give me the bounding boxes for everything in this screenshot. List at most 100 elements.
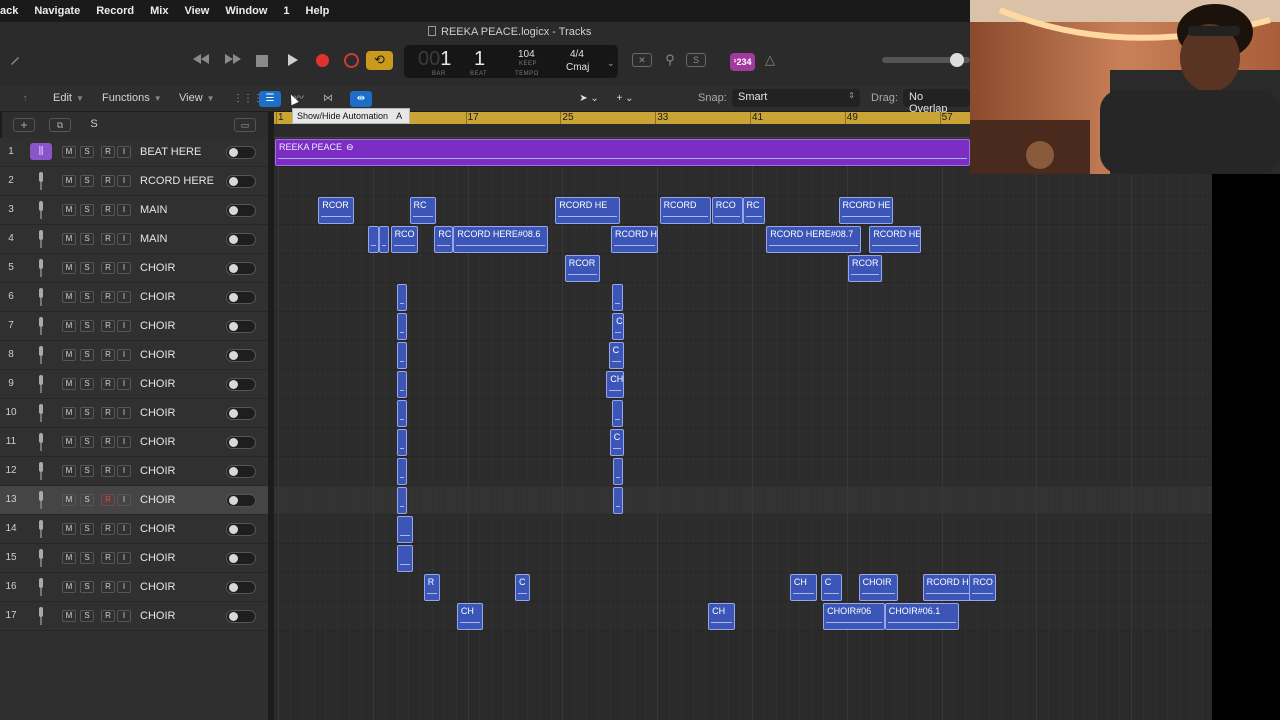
mute-button[interactable]: M (62, 262, 76, 274)
track-header[interactable]: 1 ⫼ M S R I BEAT HERE (0, 138, 268, 167)
mute-button[interactable]: M (62, 407, 76, 419)
mute-button[interactable]: M (62, 349, 76, 361)
mute-button[interactable]: M (62, 494, 76, 506)
track-header[interactable]: 12 M S R I CHOIR (0, 457, 268, 486)
audio-region[interactable]: RCOR (564, 255, 601, 282)
input-monitor-button[interactable]: I (117, 378, 131, 390)
audio-region[interactable] (396, 487, 408, 514)
track-on-off-toggle[interactable] (226, 320, 256, 333)
chevron-down-icon[interactable]: ⌄ (607, 58, 615, 69)
track-name[interactable]: CHOIR (140, 291, 175, 303)
track-header[interactable]: 16 M S R I CHOIR (0, 573, 268, 602)
solo-button[interactable]: S (80, 436, 94, 448)
track-name[interactable]: CHOIR (140, 610, 175, 622)
track-on-off-toggle[interactable] (226, 436, 256, 449)
audio-region[interactable] (396, 400, 408, 427)
track-name[interactable]: CHOIR (140, 320, 175, 332)
track-name[interactable]: CHOIR (140, 262, 175, 274)
input-monitor-button[interactable]: I (117, 204, 131, 216)
audio-region[interactable]: RC (742, 197, 766, 224)
record-enable-button[interactable]: R (101, 349, 115, 361)
input-monitor-button[interactable]: I (117, 175, 131, 187)
menu-item-view[interactable]: View (176, 0, 217, 22)
track-on-off-toggle[interactable] (226, 291, 256, 304)
audio-region[interactable]: RCORD H (922, 574, 975, 601)
edit-menu[interactable]: Edit ▼ (53, 92, 84, 104)
flex-icon[interactable]: ⋈ (317, 91, 339, 107)
menu-item-record[interactable]: Record (88, 0, 142, 22)
cycle-icon[interactable]: ⟲ (366, 51, 393, 70)
record-enable-button[interactable]: R (101, 610, 115, 622)
list-editors-icon[interactable]: ✕ (632, 53, 652, 67)
track-header[interactable]: 2 M S R I RCORD HERE (0, 167, 268, 196)
track-name[interactable]: CHOIR (140, 465, 175, 477)
track-on-off-toggle[interactable] (226, 581, 256, 594)
audio-region[interactable] (613, 458, 623, 485)
audio-region[interactable]: RCORD HE (838, 197, 893, 224)
record-enable-button[interactable]: R (101, 436, 115, 448)
solo-s-icon[interactable]: S (686, 53, 706, 67)
solo-button[interactable]: S (80, 320, 94, 332)
audio-region[interactable] (396, 371, 408, 398)
solo-button[interactable]: S (80, 494, 94, 506)
metronome-icon[interactable]: △ (762, 52, 778, 68)
track-on-off-toggle[interactable] (226, 175, 256, 188)
input-monitor-button[interactable]: I (117, 523, 131, 535)
record-enable-button[interactable]: R (101, 204, 115, 216)
track-name[interactable]: CHOIR (140, 581, 175, 593)
mute-button[interactable]: M (62, 204, 76, 216)
track-on-off-toggle[interactable] (226, 465, 256, 478)
audio-region[interactable]: RCO (711, 197, 743, 224)
play-icon[interactable] (286, 53, 300, 70)
duplicate-track-button[interactable]: ⧉ (49, 118, 71, 132)
track-name[interactable]: MAIN (140, 233, 168, 245)
track-on-off-toggle[interactable] (226, 146, 256, 159)
input-monitor-button[interactable]: I (117, 262, 131, 274)
input-monitor-button[interactable]: I (117, 233, 131, 245)
track-header[interactable]: 6 M S R I CHOIR (0, 283, 268, 312)
grid-view-icon[interactable]: ⋮⋮⋮ (233, 91, 263, 107)
record-enable-button[interactable]: R (101, 175, 115, 187)
track-name[interactable]: CHOIR (140, 436, 175, 448)
track-name[interactable]: CHOIR (140, 349, 175, 361)
arrange-area[interactable]: REEKA PEACE ⊖ RCOR RC RCORD HE RCORD RCO RC RCOR… (274, 138, 1212, 720)
input-monitor-button[interactable]: I (117, 465, 131, 477)
record-enable-button[interactable]: R (101, 407, 115, 419)
track-header[interactable]: 5 M S R I CHOIR (0, 254, 268, 283)
solo-button[interactable]: S (80, 610, 94, 622)
audio-region[interactable]: CH (456, 603, 483, 630)
solo-button[interactable]: S (80, 233, 94, 245)
input-monitor-button[interactable]: I (117, 610, 131, 622)
pencil-icon[interactable] (8, 54, 22, 69)
record-enable-button[interactable]: R (101, 146, 115, 158)
solo-button[interactable]: S (83, 118, 105, 132)
catch-playhead-icon[interactable]: ⇹ (350, 91, 372, 107)
input-monitor-button[interactable]: I (117, 407, 131, 419)
lcd-display[interactable]: 001 1 BAR BEAT 104 KEEP TEMPO 4/4 Cmaj ⌄ (404, 45, 618, 78)
mute-button[interactable]: M (62, 146, 76, 158)
track-name[interactable]: CHOIR (140, 552, 175, 564)
snap-select[interactable]: Smart ⇕ (732, 89, 860, 107)
audio-region[interactable]: RCORD HE (869, 226, 922, 253)
track-header[interactable]: 15 M S R I CHOIR (0, 544, 268, 573)
record-enable-button[interactable]: R (101, 378, 115, 390)
audio-region[interactable]: R (423, 574, 441, 601)
track-name[interactable]: CHOIR (140, 407, 175, 419)
global-tracks-icon[interactable]: ▭ (234, 118, 256, 132)
audio-region[interactable] (612, 284, 623, 311)
record-enable-button[interactable]: R (101, 262, 115, 274)
record-enable-button[interactable]: R (101, 581, 115, 593)
track-on-off-toggle[interactable] (226, 552, 256, 565)
solo-button[interactable]: S (80, 407, 94, 419)
track-name[interactable]: BEAT HERE (140, 146, 201, 158)
menu-item-window[interactable]: Window (217, 0, 275, 22)
record-enable-button[interactable]: R (101, 523, 115, 535)
audio-region[interactable]: RCO (390, 226, 418, 253)
track-name[interactable]: MAIN (140, 204, 168, 216)
audio-region[interactable] (396, 342, 408, 369)
audio-region[interactable]: CHOIR#06.1 (884, 603, 960, 630)
audio-region[interactable]: RCORD HE (555, 197, 621, 224)
audio-region[interactable] (378, 226, 390, 253)
solo-button[interactable]: S (80, 523, 94, 535)
audio-region[interactable] (396, 516, 414, 543)
